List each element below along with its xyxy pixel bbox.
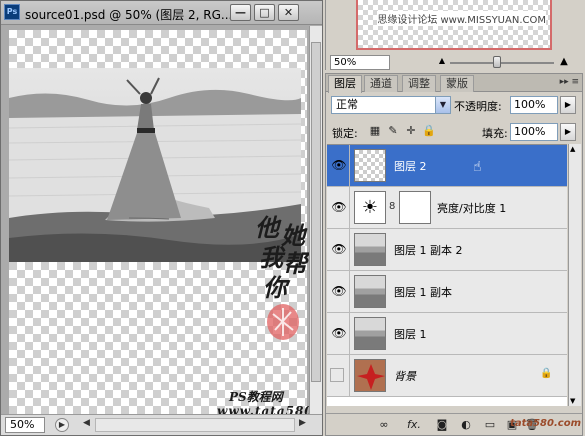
layer-row-brightness-contrast[interactable]: 👁 ☀ 8 亮度/对比度 1 bbox=[327, 187, 567, 229]
navigator-panel: 思缘设计论坛 www.MISSYUAN.COM 50% ▲ ▲ bbox=[325, 0, 585, 70]
tab-layers[interactable]: 图层 bbox=[328, 75, 362, 93]
layer-thumbnail[interactable] bbox=[354, 359, 386, 392]
zoom-out-icon[interactable]: ▲ bbox=[436, 56, 448, 68]
document-canvas[interactable]: 他 她 我 帮 你 PS教程网 www.tata580.com bbox=[9, 30, 322, 414]
photoshop-app-icon: Ps bbox=[4, 4, 20, 20]
chevron-down-icon[interactable]: ▼ bbox=[435, 97, 450, 113]
status-bar: 50% ▶ ◀ ▶ bbox=[1, 414, 322, 435]
layer-name: 亮度/对比度 1 bbox=[437, 202, 507, 215]
eye-icon[interactable]: 👁 bbox=[330, 200, 348, 214]
eye-icon[interactable]: 👁 bbox=[330, 326, 348, 340]
layer-row-layer-1-copy[interactable]: 👁 图层 1 副本 bbox=[327, 271, 567, 313]
layer-name: 图层 1 bbox=[394, 328, 427, 341]
navigator-zoom-slider[interactable] bbox=[450, 56, 554, 68]
navigator-zoom-field[interactable]: 50% bbox=[330, 55, 390, 70]
eye-column-divider bbox=[349, 187, 350, 228]
tab-masks[interactable]: 蒙版 bbox=[440, 75, 474, 92]
opacity-slider-arrow-icon[interactable]: ▶ bbox=[560, 96, 576, 114]
zoom-field[interactable]: 50% bbox=[5, 417, 45, 433]
layer-thumbnail[interactable] bbox=[354, 233, 386, 266]
scroll-right-icon[interactable]: ▶ bbox=[299, 418, 306, 428]
layer-row-background[interactable]: 背景 🔒 bbox=[327, 355, 567, 397]
eye-column-divider bbox=[349, 313, 350, 354]
footer-watermark: tata580.com bbox=[510, 418, 581, 429]
link-layers-icon[interactable]: ∞ bbox=[376, 418, 392, 432]
navigator-brand-text: 思缘设计论坛 www.MISSYUAN.COM bbox=[377, 11, 546, 26]
calligraphy-char-5: 你 bbox=[263, 273, 287, 302]
lock-image-pixels-icon[interactable]: ✎ bbox=[386, 124, 400, 138]
tab-channels[interactable]: 通道 bbox=[364, 75, 398, 92]
canvas-area[interactable]: 他 她 我 帮 你 PS教程网 www.tata580.com bbox=[1, 26, 322, 414]
panel-tabs: 图层 通道 调整 蒙版 ▸▸ ≡ bbox=[326, 74, 582, 93]
horizontal-scrollbar[interactable] bbox=[95, 418, 295, 432]
visibility-toggle-empty[interactable] bbox=[330, 368, 344, 382]
layer-list: 👁 图层 2 ☝ 👁 ☀ 8 亮度/对比度 1 👁 图层 1 副本 2 👁 图层… bbox=[327, 144, 567, 406]
blend-mode-value: 正常 bbox=[336, 98, 358, 111]
layers-panel: 图层 通道 调整 蒙版 ▸▸ ≡ 正常 ▼ 不透明度: 100% ▶ 锁定: ▦… bbox=[325, 73, 583, 436]
background-thumbnail-art bbox=[357, 364, 385, 390]
eye-column-divider bbox=[349, 271, 350, 312]
lock-position-icon[interactable]: ✛ bbox=[404, 124, 418, 138]
red-seal-stamp bbox=[267, 304, 299, 340]
chain-link-icon[interactable]: 8 bbox=[389, 201, 395, 212]
minimize-button[interactable]: — bbox=[230, 4, 251, 21]
document-title: source01.psd @ 50% (图层 2, RG... bbox=[25, 8, 233, 22]
layer-name: 背景 bbox=[394, 370, 416, 383]
layer-row-layer-2[interactable]: 👁 图层 2 ☝ bbox=[327, 145, 567, 187]
maximize-button[interactable]: □ bbox=[254, 4, 275, 21]
layer-row-layer-1[interactable]: 👁 图层 1 bbox=[327, 313, 567, 355]
opacity-field[interactable]: 100% bbox=[510, 96, 558, 114]
layer-row-layer-1-copy-2[interactable]: 👁 图层 1 副本 2 bbox=[327, 229, 567, 271]
vertical-scroll-thumb[interactable] bbox=[311, 42, 321, 382]
scroll-left-icon[interactable]: ◀ bbox=[83, 418, 90, 428]
fill-slider-arrow-icon[interactable]: ▶ bbox=[560, 123, 576, 141]
lock-transparency-icon[interactable]: ▦ bbox=[368, 124, 382, 138]
blend-mode-select[interactable]: 正常 ▼ bbox=[331, 96, 451, 114]
vertical-scrollbar[interactable] bbox=[309, 26, 322, 414]
layer-thumbnail[interactable] bbox=[354, 149, 386, 182]
eye-column-divider bbox=[349, 355, 350, 396]
scroll-down-icon[interactable]: ▼ bbox=[570, 397, 575, 405]
lock-all-icon[interactable]: 🔒 bbox=[422, 124, 436, 138]
zoom-in-icon[interactable]: ▲ bbox=[558, 56, 570, 68]
navigator-preview[interactable]: 思缘设计论坛 www.MISSYUAN.COM bbox=[356, 0, 552, 50]
layer-name: 图层 1 副本 bbox=[394, 286, 452, 299]
eye-icon[interactable]: 👁 bbox=[330, 158, 348, 172]
lock-label: 锁定: bbox=[332, 127, 358, 140]
document-window: Ps source01.psd @ 50% (图层 2, RG... — □ ✕ bbox=[0, 0, 323, 436]
scroll-up-icon[interactable]: ▲ bbox=[570, 145, 575, 153]
layer-thumbnail[interactable] bbox=[354, 317, 386, 350]
eye-icon[interactable]: 👁 bbox=[330, 284, 348, 298]
hand-cursor-icon: ☝ bbox=[473, 159, 482, 175]
eye-column-divider bbox=[349, 145, 350, 186]
lock-icon: 🔒 bbox=[540, 368, 553, 379]
close-button[interactable]: ✕ bbox=[278, 4, 299, 21]
layer-style-icon[interactable]: fx. bbox=[406, 418, 422, 432]
fill-label: 填充: bbox=[482, 127, 508, 140]
watermark-url: www.tata580.com bbox=[217, 404, 322, 414]
layer-list-scrollbar[interactable]: ▲ ▼ bbox=[568, 144, 581, 406]
layer-thumbnail[interactable] bbox=[354, 275, 386, 308]
watermark-ps-tutorial: PS教程网 bbox=[229, 390, 283, 404]
brightness-contrast-adjustment-icon[interactable]: ☀ bbox=[354, 191, 386, 224]
new-adjustment-layer-icon[interactable]: ◐ bbox=[458, 418, 474, 432]
navigator-zoom-slider-thumb[interactable] bbox=[493, 56, 501, 68]
status-menu-icon[interactable]: ▶ bbox=[55, 418, 69, 432]
layer-name: 图层 2 bbox=[394, 160, 427, 173]
layers-footer-toolbar: ∞ fx. ◙ ◐ ▭ ▣ 🗑 tata580.com bbox=[326, 413, 582, 435]
tab-adjustments[interactable]: 调整 bbox=[402, 75, 436, 92]
new-group-icon[interactable]: ▭ bbox=[482, 418, 498, 432]
eye-icon[interactable]: 👁 bbox=[330, 242, 348, 256]
document-titlebar[interactable]: Ps source01.psd @ 50% (图层 2, RG... — □ ✕ bbox=[1, 1, 322, 25]
layer-mask-thumbnail[interactable] bbox=[399, 191, 431, 224]
layer-name: 图层 1 副本 2 bbox=[394, 244, 463, 257]
fill-field[interactable]: 100% bbox=[510, 123, 558, 141]
opacity-label: 不透明度: bbox=[454, 100, 502, 113]
eye-column-divider bbox=[349, 229, 350, 270]
add-mask-icon[interactable]: ◙ bbox=[434, 418, 450, 432]
panel-menu-icon[interactable]: ▸▸ ≡ bbox=[560, 77, 579, 87]
